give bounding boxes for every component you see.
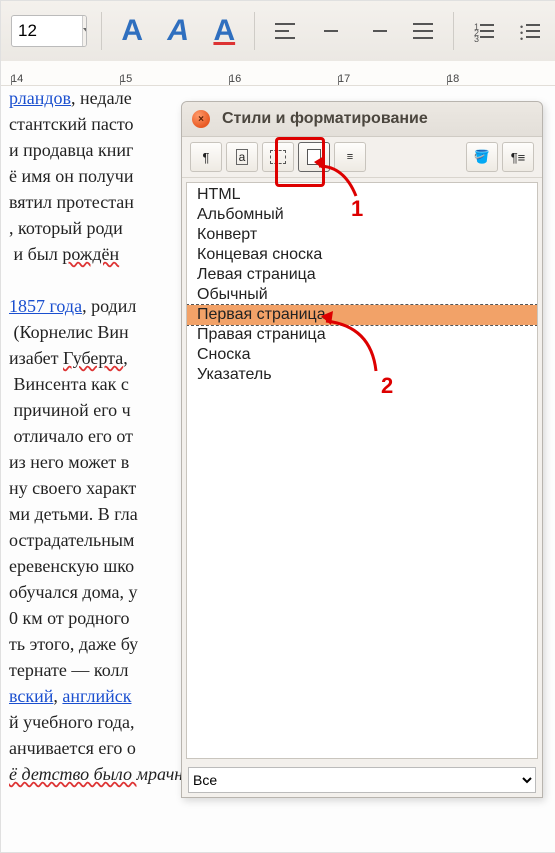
style-item[interactable]: Концевая сноска <box>187 245 537 265</box>
ruler-mark: 16 <box>229 73 338 85</box>
align-center-button[interactable] <box>315 12 347 50</box>
list-styles-button[interactable]: ≡ <box>334 142 366 172</box>
style-filter-select[interactable]: Все <box>188 767 536 793</box>
ruler-mark: 17 <box>338 73 447 85</box>
style-item[interactable]: Сноска <box>187 345 537 365</box>
char-icon: a <box>236 149 249 165</box>
style-item[interactable]: HTML <box>187 185 537 205</box>
paragraph-styles-button[interactable]: ¶ <box>190 142 222 172</box>
align-right-icon <box>367 23 387 39</box>
filter-row: Все <box>182 763 542 797</box>
bulleted-list-icon: • • • <box>520 22 540 40</box>
align-right-button[interactable] <box>361 12 393 50</box>
style-item[interactable]: Правая страница <box>187 325 537 345</box>
style-item[interactable]: Первая страница <box>187 305 537 325</box>
hyperlink[interactable]: английск <box>62 686 131 706</box>
character-styles-button[interactable]: a <box>226 142 258 172</box>
align-left-button[interactable] <box>269 12 301 50</box>
close-icon: × <box>198 114 204 125</box>
bold-icon: A <box>121 14 143 48</box>
italic-button[interactable]: A <box>162 12 194 50</box>
horizontal-ruler: 14 15 16 17 18 <box>1 61 555 86</box>
separator <box>453 12 454 50</box>
page-styles-button[interactable] <box>298 142 330 172</box>
list-icon: ≡ <box>347 152 353 162</box>
font-size-input[interactable] <box>12 17 82 45</box>
bulleted-list-button[interactable]: • • • <box>514 12 546 50</box>
bold-button[interactable]: A <box>116 12 148 50</box>
separator <box>254 12 255 50</box>
paragraph-menu-icon: ¶≡ <box>511 150 526 165</box>
style-list[interactable]: HTMLАльбомныйКонвертКонцевая сноскаЛевая… <box>186 182 538 759</box>
style-category-row: ¶ a ≡ 🪣 ¶≡ <box>182 137 542 178</box>
underline-icon: A <box>213 14 235 48</box>
underline-button[interactable]: A <box>208 12 240 50</box>
frame-icon <box>270 150 286 164</box>
styles-formatting-dialog: × Стили и форматирование ¶ a ≡ 🪣 ¶≡ HTML… <box>181 101 543 798</box>
style-item[interactable]: Обычный <box>187 285 537 305</box>
ruler-mark: 18 <box>447 73 555 85</box>
numbered-list-icon: 1 2 3 <box>474 22 494 40</box>
pilcrow-icon: ¶ <box>203 150 210 165</box>
ruler-mark: 15 <box>120 73 229 85</box>
dialog-title: Стили и форматирование <box>222 110 428 128</box>
formatting-toolbar: A A A 1 2 3 • • • <box>1 1 555 62</box>
page-icon <box>307 149 321 165</box>
close-button[interactable]: × <box>192 110 210 128</box>
frame-styles-button[interactable] <box>262 142 294 172</box>
hyperlink[interactable]: 1857 года <box>9 296 82 316</box>
align-justify-button[interactable] <box>407 12 439 50</box>
fill-format-button[interactable]: 🪣 <box>466 142 498 172</box>
align-left-icon <box>275 23 295 39</box>
style-item[interactable]: Конверт <box>187 225 537 245</box>
style-item[interactable]: Указатель <box>187 365 537 385</box>
numbered-list-button[interactable]: 1 2 3 <box>468 12 500 50</box>
spellcheck-word: Губерта <box>63 348 123 368</box>
chevron-down-icon <box>83 26 87 36</box>
style-item[interactable]: Альбомный <box>187 205 537 225</box>
hyperlink[interactable]: вский <box>9 686 53 706</box>
italic-icon: A <box>167 14 189 48</box>
ruler-mark: 14 <box>11 73 120 85</box>
new-style-button[interactable]: ¶≡ <box>502 142 534 172</box>
font-size-combo[interactable] <box>11 15 87 47</box>
dialog-titlebar[interactable]: × Стили и форматирование <box>182 102 542 137</box>
font-size-dropdown[interactable] <box>82 16 87 46</box>
align-center-icon <box>321 23 341 39</box>
separator <box>101 12 102 50</box>
hyperlink[interactable]: рландов <box>9 88 71 108</box>
style-item[interactable]: Левая страница <box>187 265 537 285</box>
align-justify-icon <box>413 23 433 39</box>
paint-bucket-icon: 🪣 <box>474 149 490 165</box>
spellcheck-word: рождён <box>62 244 119 264</box>
